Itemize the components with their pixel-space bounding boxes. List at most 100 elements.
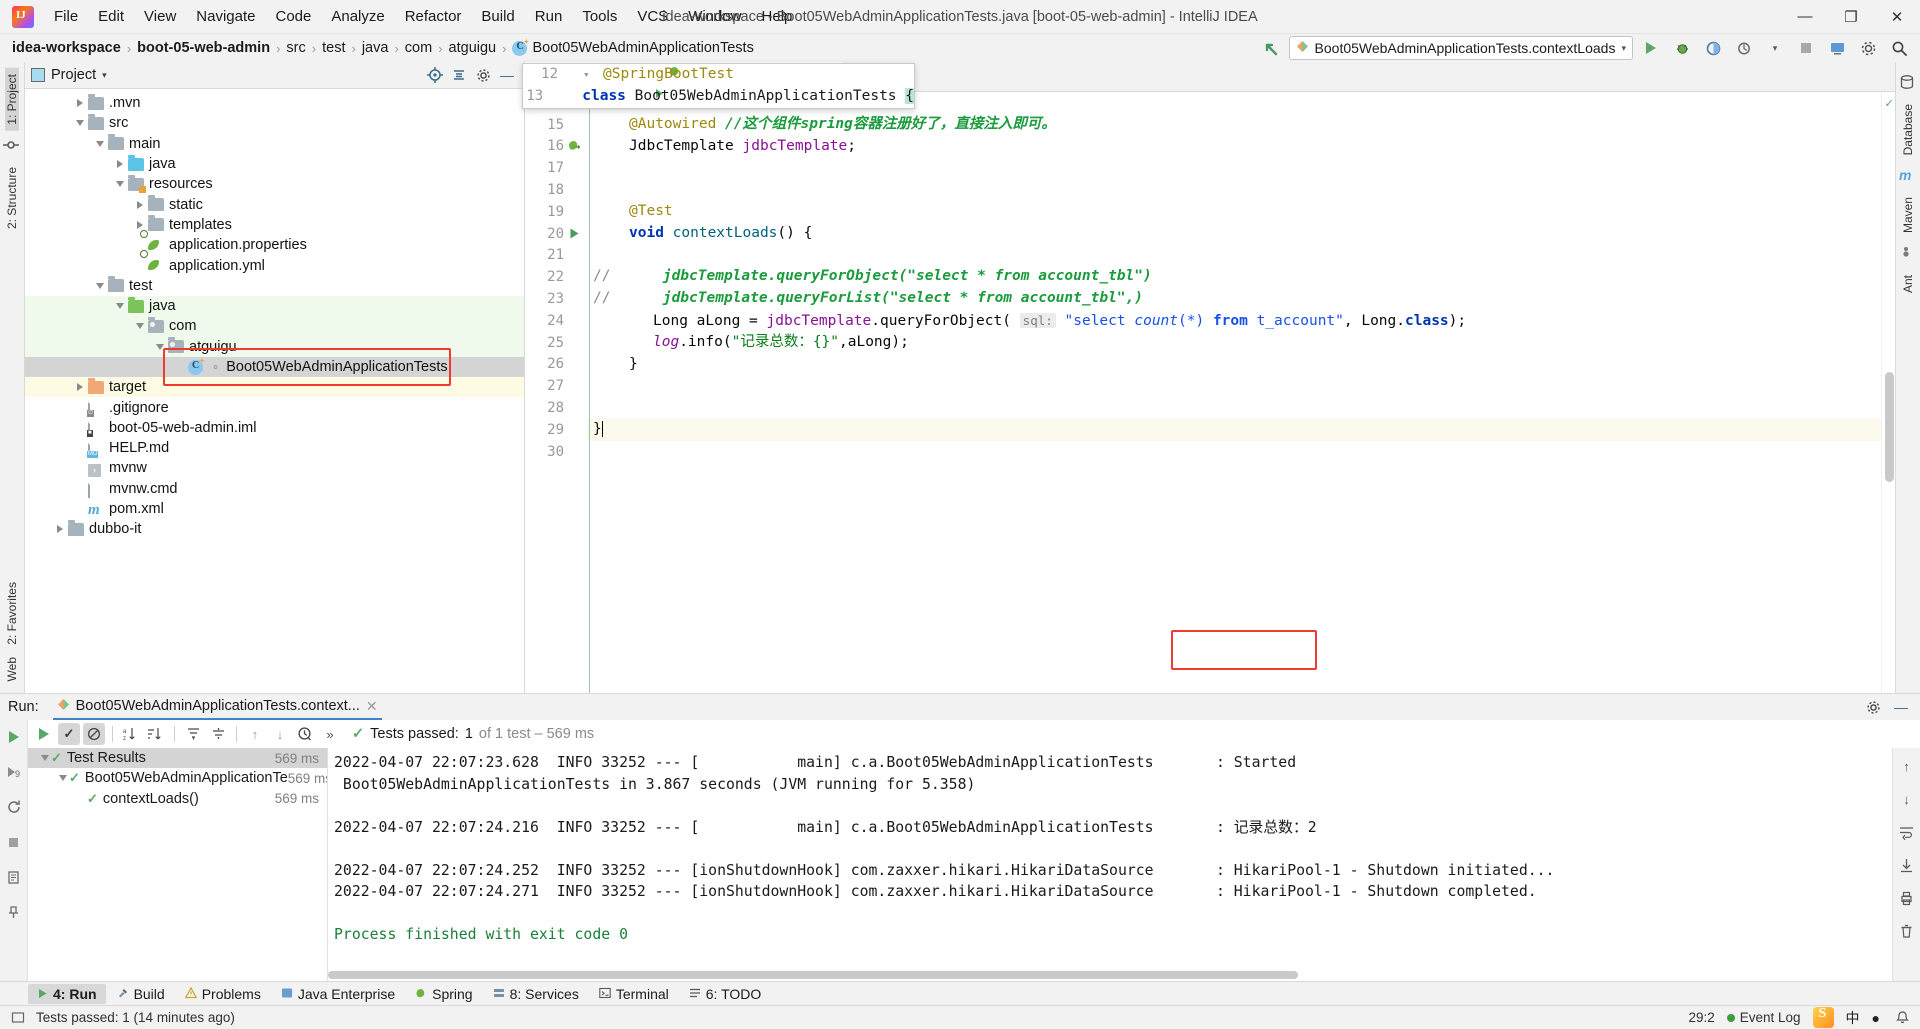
gutter-line-26[interactable]: 26 xyxy=(525,354,587,376)
rail-ant-button[interactable]: Ant xyxy=(1901,269,1915,299)
tree-item-resources[interactable]: resources xyxy=(25,174,524,194)
menu-edit[interactable]: Edit xyxy=(88,5,134,28)
tree-item-application-yml[interactable]: application.yml xyxy=(25,255,524,275)
next-test-button[interactable]: ↓ xyxy=(269,723,291,745)
update-app-icon[interactable] xyxy=(1824,36,1850,60)
back-arrow-icon[interactable] xyxy=(1258,36,1284,60)
tree-item-atguigu[interactable]: atguigu xyxy=(25,337,524,357)
test-history-button[interactable] xyxy=(294,723,316,745)
chevron-down-icon[interactable]: ▾ xyxy=(1621,43,1626,54)
tree-toggle-down-icon[interactable] xyxy=(113,300,126,313)
run-test-gutter-icon[interactable] xyxy=(567,226,583,242)
tree-toggle-right-icon[interactable] xyxy=(53,523,66,536)
gear-icon[interactable] xyxy=(472,64,494,86)
code-line-17[interactable] xyxy=(587,157,1881,179)
gutter-line-20[interactable]: 20 xyxy=(525,223,587,245)
profile-button[interactable] xyxy=(1731,36,1757,60)
menu-tools[interactable]: Tools xyxy=(572,5,627,28)
expand-collapse-icon[interactable] xyxy=(448,64,470,86)
gutter-line-17[interactable]: 17 xyxy=(525,157,587,179)
tree-toggle-down-icon[interactable] xyxy=(93,137,106,150)
debug-rerun-icon[interactable]: 9 xyxy=(3,761,25,783)
tree-item-java[interactable]: java xyxy=(25,296,524,316)
menu-help[interactable]: Help xyxy=(752,5,803,28)
event-log-button[interactable]: Event Log xyxy=(1727,1010,1801,1025)
export-icon[interactable] xyxy=(3,866,25,888)
tree-item--gitignore[interactable]: ∅.gitignore xyxy=(25,397,524,417)
tree-toggle-down-icon[interactable] xyxy=(73,117,86,130)
stop-icon[interactable] xyxy=(3,831,25,853)
menu-code[interactable]: Code xyxy=(265,5,321,28)
caret-position[interactable]: 29:2 xyxy=(1688,1010,1714,1025)
code-line-15[interactable]: @Autowired //这个组件spring容器注册好了，直接注入即可。 xyxy=(587,114,1881,136)
menu-view[interactable]: View xyxy=(134,5,186,28)
tree-toggle-down-icon[interactable] xyxy=(93,279,106,292)
code-line-23[interactable]: // jdbcTemplate.queryForList("select * f… xyxy=(587,288,1881,310)
gutter-line-24[interactable]: 24 xyxy=(525,310,587,332)
rerun-tests-button[interactable] xyxy=(33,723,55,745)
menu-vcs[interactable]: VCS xyxy=(627,5,678,28)
prev-test-button[interactable]: ↑ xyxy=(244,723,266,745)
tree-item-java[interactable]: java xyxy=(25,154,524,174)
gutter-line-16[interactable]: 16 xyxy=(525,136,587,158)
code-line-30[interactable] xyxy=(587,441,1881,463)
show-passed-toggle[interactable]: ✓ xyxy=(58,723,80,745)
gutter-line-23[interactable]: 23 xyxy=(525,288,587,310)
scroll-up-icon[interactable]: ↑ xyxy=(1897,756,1917,776)
rerun-button[interactable] xyxy=(3,726,25,748)
toolstrip-problems[interactable]: Problems xyxy=(176,984,270,1004)
debug-button[interactable] xyxy=(1669,36,1695,60)
close-icon[interactable]: ✕ xyxy=(366,698,378,715)
menu-refactor[interactable]: Refactor xyxy=(395,5,472,28)
gutter-line-30[interactable]: 30 xyxy=(525,441,587,463)
code-line-21[interactable] xyxy=(587,245,1881,267)
code-line-26[interactable]: } xyxy=(587,354,1881,376)
tree-item-mvnw[interactable]: ›mvnw xyxy=(25,458,524,478)
editor-scrollbar-thumb[interactable] xyxy=(1885,372,1894,482)
test-tree-item-test-results[interactable]: ✓Test Results569 ms xyxy=(28,748,327,768)
locate-file-icon[interactable] xyxy=(424,64,446,86)
ime-mode-indicator[interactable]: ● xyxy=(1872,1010,1880,1026)
gutter-line-25[interactable]: 25 xyxy=(525,332,587,354)
toolstrip-4-run[interactable]: 4: Run xyxy=(28,984,106,1004)
code-line-29[interactable]: } xyxy=(587,419,1881,441)
tree-item-boot05webadminapplicationtests[interactable]: ⚬Boot05WebAdminApplicationTests xyxy=(25,357,524,377)
breadcrumb-src[interactable]: src xyxy=(286,40,305,56)
pin-icon[interactable] xyxy=(3,901,25,923)
hide-ignored-toggle[interactable] xyxy=(83,723,105,745)
run-configuration-selector[interactable]: Boot05WebAdminApplicationTests.contextLo… xyxy=(1289,36,1633,60)
tree-item-static[interactable]: static xyxy=(25,194,524,214)
tree-toggle-right-icon[interactable] xyxy=(113,158,126,171)
toolstrip-terminal[interactable]: Terminal xyxy=(590,984,678,1004)
toolstrip-8-services[interactable]: 8: Services xyxy=(484,984,588,1004)
code-line-25[interactable]: log.info("记录总数：{}",aLong); xyxy=(587,332,1881,354)
hide-panel-icon[interactable]: — xyxy=(1890,696,1912,718)
tree-toggle-down-icon[interactable] xyxy=(113,178,126,191)
rail-web-button[interactable]: Web xyxy=(5,651,19,687)
ant-icon[interactable] xyxy=(1899,245,1917,263)
breadcrumb-com[interactable]: com xyxy=(405,40,432,56)
breadcrumb-class[interactable]: Boot05WebAdminApplicationTests xyxy=(512,40,753,56)
toolstrip-build[interactable]: Build xyxy=(108,984,174,1004)
tree-item-pom-xml[interactable]: mpom.xml xyxy=(25,499,524,519)
gutter-line-18[interactable]: 18 xyxy=(525,179,587,201)
gutter-line-19[interactable]: 19 xyxy=(525,201,587,223)
project-tree[interactable]: .mvnsrcmainjavaresourcesstatictemplatesa… xyxy=(25,89,524,693)
settings-icon[interactable] xyxy=(1855,36,1881,60)
tree-toggle-down-icon[interactable] xyxy=(38,752,51,765)
toolstrip-spring[interactable]: Spring xyxy=(406,984,481,1004)
rail-maven-button[interactable]: Maven xyxy=(1901,191,1915,239)
commit-icon[interactable] xyxy=(3,137,21,155)
chevron-down-icon[interactable]: ▾ xyxy=(102,70,107,81)
gutter-line-22[interactable]: 22 xyxy=(525,266,587,288)
tree-item-com[interactable]: com xyxy=(25,316,524,336)
sort-by-duration-button[interactable] xyxy=(145,723,167,745)
tree-item-test[interactable]: test xyxy=(25,276,524,296)
code-line-20[interactable]: void contextLoads() { xyxy=(587,223,1881,245)
close-button[interactable]: ✕ xyxy=(1874,0,1920,34)
menu-bar[interactable]: File Edit View Navigate Code Analyze Ref… xyxy=(44,5,802,28)
tree-item-target[interactable]: target xyxy=(25,377,524,397)
scroll-down-icon[interactable]: ↓ xyxy=(1897,789,1917,809)
gear-icon[interactable] xyxy=(1862,696,1884,718)
bell-icon[interactable] xyxy=(1892,1008,1912,1028)
